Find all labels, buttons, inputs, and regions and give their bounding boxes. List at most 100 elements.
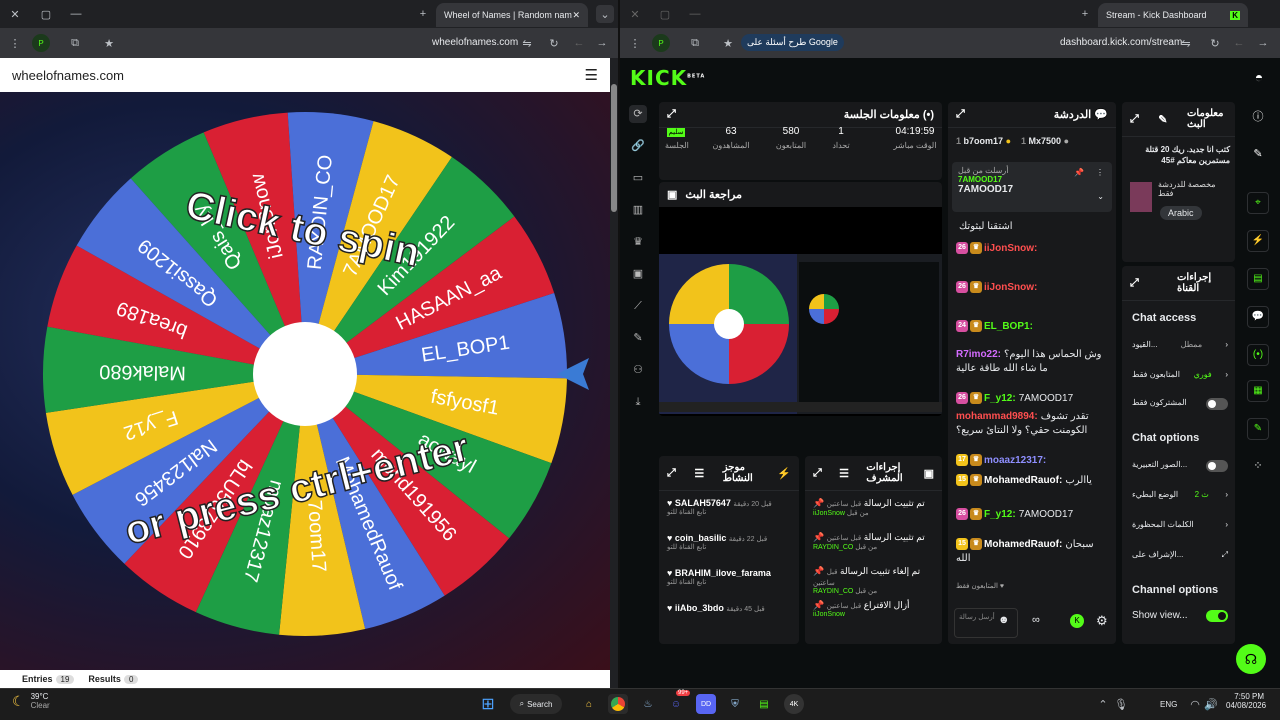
banned-words-row[interactable]: الكلمات المحظورة ›	[1132, 520, 1228, 529]
activity-item[interactable]: ♥ iiAbo_3bdo قبل 45 دقيقة	[667, 603, 791, 613]
new-tab-icon[interactable]: +	[414, 5, 432, 23]
tab-menu-icon[interactable]: ⌄	[596, 5, 614, 23]
subs-only-row[interactable]: المشتركون فقط	[1132, 398, 1228, 410]
expand-icon[interactable]: ⤢	[667, 108, 676, 121]
forward-icon[interactable]: →	[1254, 34, 1272, 52]
expand-icon[interactable]: ⤢	[1130, 113, 1139, 126]
chat-message[interactable]: 17 ♛ moaaz12317:	[956, 454, 1104, 468]
minimize-icon[interactable]: —	[686, 5, 704, 23]
address-bar[interactable]: wheelofnames.com	[432, 37, 518, 48]
bookmark-star-icon[interactable]: ★	[100, 34, 118, 52]
close-window-icon[interactable]: ✕	[6, 5, 24, 23]
volume-icon[interactable]: 🔊	[1202, 695, 1220, 713]
chat-username[interactable]: mohammad9894:	[956, 411, 1038, 422]
pin-icon[interactable]: 📌	[1074, 168, 1084, 177]
chat-username[interactable]: MohamedRauof:	[984, 475, 1062, 486]
bookmark-star-icon[interactable]: ★	[719, 34, 737, 52]
expand-icon[interactable]: ⤢	[667, 467, 676, 480]
tab-wheel-of-names[interactable]: Wheel of Names | Random nam ✕	[436, 3, 588, 27]
chat-username[interactable]: moaaz12317:	[984, 455, 1046, 466]
activity-item[interactable]: ♥ BRAHIM_ilove_farama تابع القناة للتو	[667, 568, 791, 586]
user-avatar-icon[interactable]: ◓	[1250, 68, 1268, 86]
nav-link-icon[interactable]: 🔗	[629, 137, 647, 155]
tray-chevron-icon[interactable]: ⌃	[1094, 695, 1112, 713]
show-view-toggle[interactable]	[1206, 610, 1228, 622]
tool-broadcast-icon[interactable]: (•)	[1247, 344, 1269, 366]
subs-only-toggle[interactable]	[1206, 398, 1228, 410]
back-icon[interactable]: ←	[570, 34, 588, 52]
tab-results[interactable]: Results 0	[88, 674, 139, 684]
tool-doc-icon[interactable]: ▤	[1247, 268, 1269, 290]
site-settings-icon[interactable]: ⇋	[518, 34, 536, 52]
top-user-2[interactable]: 1 Mx7500 ●	[1021, 136, 1069, 146]
support-button[interactable]: ☊	[1236, 644, 1266, 674]
reload-icon[interactable]: ↻	[545, 34, 563, 52]
forward-icon[interactable]: →	[593, 34, 611, 52]
minimize-icon[interactable]: —	[67, 5, 85, 23]
nav-users-icon[interactable]: ⚇	[629, 361, 647, 379]
site-settings-icon[interactable]: ⇋	[1177, 34, 1195, 52]
kick-emote-icon[interactable]: K	[1070, 614, 1084, 628]
collapse-icon[interactable]: ⌄	[1097, 192, 1104, 201]
info-icon[interactable]: ⓘ	[1249, 107, 1267, 125]
activity-item[interactable]: ♥ SALAH57647 قبل 20 دقيقة تابع القناة للت…	[667, 498, 791, 516]
emoji-icon[interactable]: ☻	[998, 614, 1010, 626]
chat-message[interactable]: 26 ♛ F_y12: 7AMOOD17	[956, 392, 1104, 406]
explorer-icon[interactable]: ⌂	[579, 694, 599, 714]
chrome-icon[interactable]	[608, 694, 628, 714]
restrictions-row[interactable]: القيود... ممطل ›	[1132, 340, 1228, 349]
tool-chat-icon[interactable]: 💬	[1247, 306, 1269, 328]
chat-message[interactable]: 26 ♛ F_y12: 7AMOOD17	[956, 508, 1104, 522]
stream-preview-video[interactable]	[659, 254, 942, 414]
tool-grid-icon[interactable]: ▦	[1247, 380, 1269, 402]
extensions-icon[interactable]: ⧉	[686, 34, 704, 52]
mod-action-item[interactable]: 📌 تم تثبيت الرسالة قبل ساعتين RAYDIN_CO م…	[813, 532, 934, 551]
google-ask-chip[interactable]: طرح أسئلة على Google	[741, 34, 844, 51]
tab-close-icon[interactable]: ✕	[572, 10, 580, 21]
profile-icon[interactable]: P	[32, 34, 50, 52]
moderation-row[interactable]: الإشراف على... ⤢	[1132, 550, 1228, 560]
tool-target-icon[interactable]: ⌖	[1247, 192, 1269, 214]
app-shield-icon[interactable]: ⛨	[725, 694, 745, 714]
chat-tools-icon[interactable]: ∞	[1032, 614, 1040, 626]
clock[interactable]: 7:50 PM 04/08/2026	[1226, 692, 1266, 710]
wheel-of-names[interactable]: Qais_Ly iJonSnow RAYDIN_CO 7AMOOD17Kim19192…	[0, 92, 610, 670]
nav-stream-icon[interactable]: ⟳	[629, 105, 647, 123]
chat-message[interactable]: 26 ♛ iiJonSnow:	[956, 242, 1104, 256]
chat-message[interactable]: 26 ♛ iiJonSnow:	[956, 281, 1104, 295]
address-bar[interactable]: dashboard.kick.com/stream	[1060, 37, 1182, 48]
extensions-icon[interactable]: ⧉	[66, 34, 84, 52]
menu-dots-icon[interactable]: ⋮	[6, 34, 24, 52]
show-view-row[interactable]: Show view...	[1132, 610, 1228, 622]
tab-entries[interactable]: Entries 19	[22, 674, 75, 684]
hamburger-icon[interactable]: ☰	[585, 66, 598, 84]
discord-icon[interactable]: ☺ 99+	[666, 690, 691, 714]
expand-icon[interactable]: ⤢	[1130, 277, 1139, 290]
start-icon[interactable]: ⊞	[478, 694, 498, 714]
followers-only-row[interactable]: المتابعون فقط فوري ›	[1132, 370, 1228, 379]
chat-message[interactable]: mohammad9894: تقدر تشوف الكومنت حقي؟ ولا …	[956, 410, 1104, 438]
tool-wrench-icon[interactable]: ✎	[1247, 418, 1269, 440]
tool-bolt-icon[interactable]: ⚡	[1247, 230, 1269, 252]
close-window-icon[interactable]: ✕	[626, 5, 644, 23]
reload-icon[interactable]: ↻	[1206, 34, 1224, 52]
nav-analytics-icon[interactable]: ▥	[629, 201, 647, 219]
mod-action-item[interactable]: 📌 تم إلغاء تثبيت الرسالة قبل ساعتين RAYDI…	[813, 566, 934, 595]
app-dd-icon[interactable]: DD	[696, 694, 716, 714]
tab-kick-dashboard[interactable]: Stream - Kick Dashboard K	[1098, 3, 1248, 27]
chat-username[interactable]: iiJonSnow:	[984, 282, 1037, 293]
site-title[interactable]: wheelofnames.com	[12, 68, 124, 83]
language-indicator[interactable]: ENG	[1160, 700, 1177, 709]
taskbar-search[interactable]: ⌕ Search	[510, 694, 562, 714]
emotes-toggle[interactable]	[1206, 460, 1228, 472]
nav-video-icon[interactable]: ▣	[629, 265, 647, 283]
chat-username[interactable]: F_y12:	[984, 509, 1016, 520]
chat-username[interactable]: EL_BOP1:	[984, 321, 1033, 332]
profile-icon[interactable]: P	[652, 34, 670, 52]
emotes-row[interactable]: الصور التعبيرية...	[1132, 460, 1228, 472]
expand-icon[interactable]: ⤢	[813, 467, 822, 480]
maximize-icon[interactable]: ▢	[656, 5, 674, 23]
nav-window-icon[interactable]: ▭	[629, 169, 647, 187]
menu-dots-icon[interactable]: ⋮	[626, 34, 644, 52]
chat-message[interactable]: اشتقنا لبثوتك	[956, 220, 1104, 234]
